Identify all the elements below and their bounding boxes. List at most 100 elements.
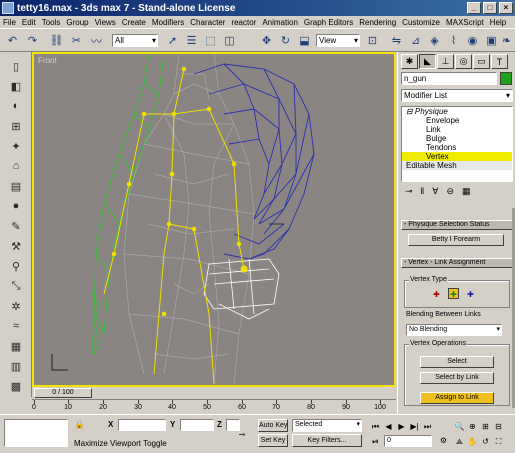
key-filters-button[interactable]: Key Filters... [292,434,362,447]
tools-icon[interactable]: ⚒ [7,238,25,254]
field-of-view-icon[interactable]: ⟁ [454,436,465,447]
make-unique-icon[interactable]: ∀ [432,186,438,197]
max-app-icon[interactable] [2,2,14,14]
remove-modifier-icon[interactable]: ⊖ [446,186,454,197]
box-icon[interactable]: ▤ [7,178,25,194]
undo-icon[interactable]: ↶ [4,32,21,49]
menu-rendering[interactable]: Rendering [356,18,399,27]
lock-selection-icon[interactable]: 🔒 [74,419,85,430]
material-editor-icon[interactable]: ◉ [464,32,481,49]
maximize-viewport-icon[interactable]: ⛶ [493,436,504,447]
zoom-all-icon[interactable]: ⊕ [467,421,478,432]
stack-item-editable-mesh[interactable]: Editable Mesh [402,161,512,170]
create-tab-icon[interactable]: ✱ [401,54,418,69]
key-mode-dropdown[interactable]: Selected [292,419,362,432]
viewport-label[interactable]: Front [38,56,57,65]
select-and-link-icon[interactable]: ⛓ [48,32,65,49]
spacewarp-icon[interactable]: ≈ [7,318,25,334]
timeline-ruler[interactable]: 0 10 20 30 40 50 60 70 80 90 100 [32,399,396,413]
menu-edit[interactable]: Edit [19,18,39,27]
set-key-button[interactable]: Set Key [258,434,288,447]
modify-tab-icon[interactable]: ◣ [419,54,436,69]
assign-to-link-button[interactable]: Assign to Link [420,392,494,404]
rectangle-selection-icon[interactable]: ⬚ [202,32,219,49]
spinner-icon[interactable]: ◐ [7,98,25,114]
zoom-extents-all-icon[interactable]: ⊟ [493,421,504,432]
grid-icon[interactable]: ▥ [7,358,25,374]
go-to-end-icon[interactable]: ⏭ [422,421,433,432]
stack-item-bulge[interactable]: Bulge [402,134,512,143]
utilities-tab-icon[interactable]: T [491,54,508,69]
hierarchy-tab-icon[interactable]: ⊥ [437,54,454,69]
menu-file[interactable]: File [0,18,19,27]
light-icon[interactable]: ✦ [7,138,25,154]
select-button[interactable]: Select [420,356,494,368]
rigid-vertex-icon[interactable]: ✚ [431,289,442,300]
maxscript-listener[interactable] [4,419,68,447]
redo-icon[interactable]: ↷ [24,32,41,49]
create-icon[interactable]: ▯ [7,58,25,74]
show-end-result-icon[interactable]: ‖ [421,186,425,196]
blending-dropdown[interactable]: No Blending [406,324,502,336]
quick-render-icon[interactable]: ❧ [498,32,515,49]
layer-manager-icon[interactable]: ◈ [426,32,443,49]
select-by-link-button[interactable]: Select by Link [420,372,494,384]
time-configuration-icon[interactable]: ⚙ [438,435,449,446]
stack-item-tendons[interactable]: Tendons [402,143,512,152]
current-frame-field[interactable]: 0 [384,435,432,447]
curve-editor-icon[interactable]: ⌇ [445,32,462,49]
previous-frame-icon[interactable]: ◀ [383,421,394,432]
stack-item-envelope[interactable]: Envelope [402,116,512,125]
menu-help[interactable]: Help [487,18,509,27]
deformable-vertex-icon[interactable]: ✚ [448,288,459,299]
go-to-start-icon[interactable]: ⏮ [370,421,381,432]
modify-icon[interactable]: ◧ [7,78,25,94]
arc-rotate-icon[interactable]: ↺ [480,436,491,447]
menu-character[interactable]: Character [187,18,228,27]
align-icon[interactable]: ⊿ [407,32,424,49]
selection-filter-dropdown[interactable]: All [112,34,158,47]
menu-tools[interactable]: Tools [39,18,64,27]
particle-icon[interactable]: ✲ [7,298,25,314]
reference-coordinate-dropdown[interactable]: View [316,34,360,47]
edit-icon[interactable]: ✎ [7,218,25,234]
play-icon[interactable]: ▶ [396,421,407,432]
camera-icon[interactable]: ⊞ [7,118,25,134]
object-color-swatch[interactable] [500,72,512,85]
move-icon[interactable]: ✥ [258,32,275,49]
menu-group[interactable]: Group [63,18,91,27]
x-coordinate-field[interactable] [118,419,166,431]
mirror-icon[interactable]: ⇋ [388,32,405,49]
transform-icon[interactable]: ⤡ [7,278,25,294]
front-viewport[interactable]: Front [32,52,396,387]
scale-icon[interactable]: ⬓ [296,32,313,49]
menu-views[interactable]: Views [92,18,119,27]
rollout-physique-selection-status[interactable]: - Physique Selection Status [401,220,513,230]
key-icon[interactable]: ⊸ [234,429,250,440]
modifier-list-dropdown[interactable]: Modifier List [401,89,513,102]
auto-key-button[interactable]: Auto Key [258,419,288,432]
menu-reactor[interactable]: reactor [228,18,259,27]
key-mode-toggle-icon[interactable]: ⏯ [370,436,381,447]
display-tab-icon[interactable]: ▭ [473,54,490,69]
helper-icon[interactable]: ⌂ [7,158,25,174]
menu-create[interactable]: Create [119,18,149,27]
menu-modifiers[interactable]: Modifiers [149,18,187,27]
maximize-button[interactable]: □ [483,2,497,14]
stack-item-vertex[interactable]: Vertex [402,152,512,161]
object-name-field[interactable]: n_gun [401,72,497,85]
sphere-icon[interactable]: ● [7,198,25,214]
time-slider-thumb[interactable]: 0 / 100 [34,388,92,398]
select-by-name-icon[interactable]: ☰ [183,32,200,49]
minimize-button[interactable]: _ [467,2,481,14]
pin-stack-icon[interactable]: ⊸ [405,186,413,197]
utility-icon[interactable]: ▦ [7,338,25,354]
bone-icon[interactable]: ⚲ [7,258,25,274]
zoom-extents-icon[interactable]: ⊞ [480,421,491,432]
motion-tab-icon[interactable]: ◎ [455,54,472,69]
menu-graph-editors[interactable]: Graph Editors [301,18,356,27]
pivot-center-icon[interactable]: ⊡ [364,32,381,49]
menu-maxscript[interactable]: MAXScript [443,18,487,27]
configure-sets-icon[interactable]: ▦ [462,186,471,197]
select-object-icon[interactable]: ➚ [164,32,181,49]
